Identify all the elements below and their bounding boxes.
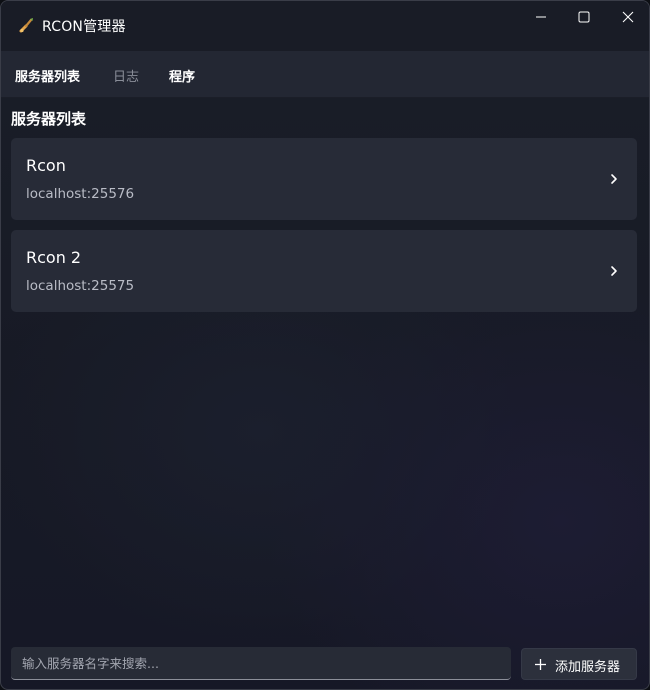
window-title: RCON管理器	[42, 19, 126, 35]
server-card[interactable]: Rcon localhost:25576	[11, 138, 637, 220]
server-address: localhost:25576	[26, 186, 135, 202]
tab-program[interactable]: 程序	[169, 66, 195, 85]
add-server-label: 添加服务器	[555, 660, 621, 675]
chevron-right-icon	[611, 266, 617, 276]
plus-icon	[535, 659, 546, 670]
search-input[interactable]	[11, 647, 511, 680]
server-address: localhost:25575	[26, 278, 135, 294]
minimize-icon	[536, 16, 546, 18]
close-icon	[622, 11, 634, 23]
server-name: Rcon	[26, 156, 66, 175]
title-bar[interactable]: RCON管理器	[1, 1, 649, 51]
tab-logs[interactable]: 日志	[113, 66, 139, 85]
add-server-button[interactable]: 添加服务器	[521, 648, 637, 680]
server-card[interactable]: Rcon 2 localhost:25575	[11, 230, 637, 312]
nav-bar: 服务器列表 日志 程序	[1, 51, 649, 98]
maximize-icon	[578, 11, 590, 23]
section-title: 服务器列表	[11, 110, 87, 128]
brush-icon	[18, 16, 36, 34]
maximize-button[interactable]	[561, 1, 607, 33]
close-button[interactable]	[605, 1, 649, 33]
chevron-right-icon	[611, 174, 617, 184]
minimize-button[interactable]	[518, 1, 564, 33]
app-window: RCON管理器 服务器列表 日志 程序 服务器列表 Rcon localhost…	[0, 0, 650, 690]
tab-server-list[interactable]: 服务器列表	[15, 66, 80, 85]
server-name: Rcon 2	[26, 248, 82, 267]
